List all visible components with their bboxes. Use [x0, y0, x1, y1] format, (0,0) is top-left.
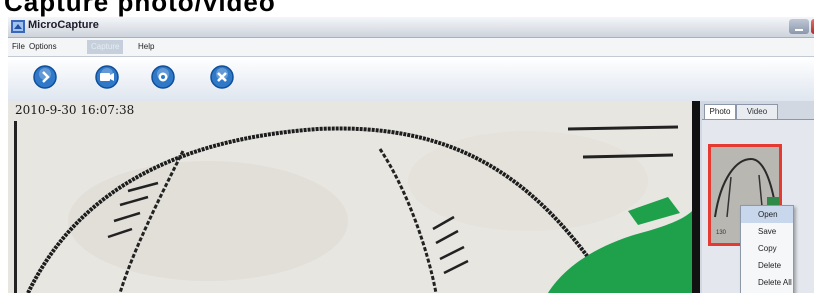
menu-item-open[interactable]: Open — [741, 206, 793, 223]
tab-video[interactable]: Video — [736, 104, 778, 119]
menu-item-save[interactable]: Save — [741, 223, 793, 240]
app-icon — [11, 20, 25, 33]
menu-bar: File Options Capture Help — [8, 38, 814, 57]
caption-label: Capture photo/video — [0, 0, 814, 17]
minimize-button[interactable] — [789, 19, 809, 34]
video-record-button[interactable] — [94, 64, 120, 90]
close-circle-icon — [210, 65, 234, 89]
minimize-icon — [795, 29, 803, 31]
window-title: MicroCapture — [28, 19, 99, 31]
menu-item-delete[interactable]: Delete — [741, 257, 793, 274]
menu-item-copy[interactable]: Copy — [741, 240, 793, 257]
thumbnail-caption: 130 — [716, 230, 727, 236]
panel-splitter[interactable] — [692, 101, 700, 293]
app-window: MicroCapture File Options Capture Help 2… — [8, 17, 814, 293]
preview-icon — [151, 65, 175, 89]
capture-timestamp: 2010-9-30 16:07:38 — [15, 103, 135, 117]
menu-capture[interactable]: Capture — [87, 40, 124, 54]
menu-file[interactable]: File — [12, 42, 25, 52]
toolbar — [8, 57, 814, 101]
snapshot-icon — [33, 65, 57, 89]
menu-help[interactable]: Help — [138, 42, 154, 52]
menu-options[interactable]: Options — [29, 42, 57, 52]
specimen-image — [8, 101, 692, 293]
caption-text: Capture photo/video — [4, 0, 276, 17]
tab-photo[interactable]: Photo — [704, 104, 736, 119]
snapshot-button[interactable] — [32, 64, 58, 90]
camera-preview[interactable]: 2010-9-30 16:07:38 — [8, 101, 692, 293]
title-bar[interactable]: MicroCapture — [8, 17, 814, 38]
preview-button[interactable] — [150, 64, 176, 90]
menu-item-delete-all[interactable]: Delete All — [741, 274, 793, 291]
close-preview-button[interactable] — [209, 64, 235, 90]
video-record-icon — [95, 65, 119, 89]
thumbnail-context-menu: Open Save Copy Delete Delete All — [740, 205, 794, 293]
